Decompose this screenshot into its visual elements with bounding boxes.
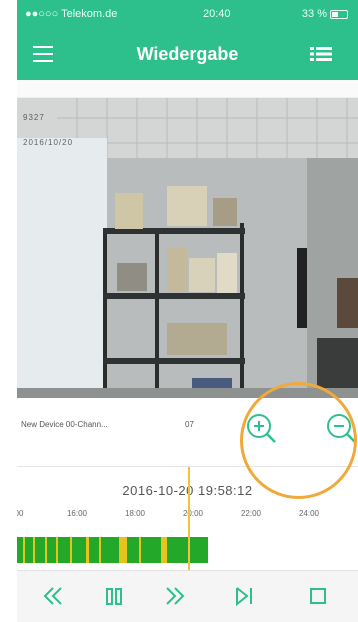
tick-label: 00 bbox=[17, 509, 24, 518]
playback-timeline[interactable]: 2016-10-20 19:58:12 00 16:00 18:00 20:00… bbox=[17, 466, 358, 571]
video-playback-view[interactable]: 9327 2016/10/20 bbox=[17, 98, 358, 398]
osd-camera-label: 9327 bbox=[23, 113, 45, 122]
tick-label: 18:00 bbox=[124, 509, 146, 518]
device-number: 07 bbox=[185, 420, 194, 429]
stop-icon[interactable] bbox=[303, 581, 333, 611]
playhead[interactable] bbox=[188, 467, 190, 571]
next-frame-icon[interactable] bbox=[229, 581, 259, 611]
tick-label: 16:00 bbox=[66, 509, 88, 518]
status-bar: ●●○○○ Telekom.de ︎ 20:40 33 % bbox=[17, 0, 358, 26]
osd-date-label: 2016/10/20 bbox=[23, 138, 74, 147]
pause-icon[interactable] bbox=[99, 581, 129, 611]
page-title: Wiedergabe bbox=[136, 44, 239, 64]
battery-icon bbox=[330, 9, 348, 19]
app-header: ●●○○○ Telekom.de ︎ 20:40 33 % Wiedergabe bbox=[17, 0, 358, 80]
zoom-in-icon[interactable] bbox=[241, 408, 281, 448]
rewind-icon[interactable] bbox=[37, 581, 67, 611]
header-divider bbox=[17, 80, 358, 98]
list-icon[interactable] bbox=[310, 46, 332, 62]
battery-status: 33 % bbox=[302, 8, 348, 20]
recording-bar[interactable] bbox=[17, 537, 208, 563]
fast-forward-icon[interactable] bbox=[161, 581, 191, 611]
carrier-label: ●●○○○ Telekom.de ︎ bbox=[25, 8, 121, 20]
app-screen: ●●○○○ Telekom.de ︎ 20:40 33 % Wiedergabe bbox=[17, 0, 358, 622]
tick-label: 22:00 bbox=[240, 509, 262, 518]
playback-info-bar: New Device 00-Chann... 07 bbox=[17, 398, 358, 466]
status-time: 20:40 bbox=[203, 8, 231, 20]
tick-label: 24:00 bbox=[298, 509, 320, 518]
zoom-out-icon[interactable] bbox=[321, 408, 358, 448]
tick-label: 20:00 bbox=[182, 509, 204, 518]
playback-controls bbox=[17, 570, 358, 622]
device-name: New Device 00-Chann... bbox=[21, 420, 108, 429]
